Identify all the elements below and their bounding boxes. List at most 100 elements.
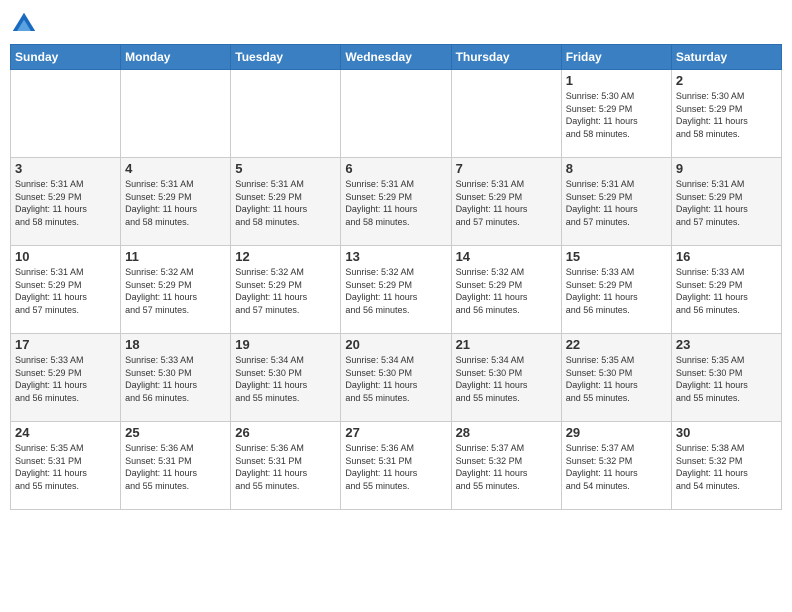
weekday-header-sunday: Sunday xyxy=(11,45,121,70)
weekday-header-thursday: Thursday xyxy=(451,45,561,70)
calendar-cell: 11 Sunrise: 5:32 AM Sunset: 5:29 PM Dayli… xyxy=(121,246,231,334)
header xyxy=(10,10,782,38)
cell-info: Sunrise: 5:37 AM Sunset: 5:32 PM Dayligh… xyxy=(456,442,557,492)
day-number: 27 xyxy=(345,425,446,440)
calendar-cell: 20 Sunrise: 5:34 AM Sunset: 5:30 PM Dayli… xyxy=(341,334,451,422)
day-number: 12 xyxy=(235,249,336,264)
calendar-cell: 1 Sunrise: 5:30 AM Sunset: 5:29 PM Daylig… xyxy=(561,70,671,158)
day-number: 28 xyxy=(456,425,557,440)
calendar-cell: 3Sunrise: 5:31 AM Sunset: 5:29 PM Daylig… xyxy=(11,158,121,246)
day-number: 30 xyxy=(676,425,777,440)
cell-info: Sunrise: 5:33 AM Sunset: 5:30 PM Dayligh… xyxy=(125,354,226,404)
logo xyxy=(10,10,42,38)
calendar-cell: 22 Sunrise: 5:35 AM Sunset: 5:30 PM Dayli… xyxy=(561,334,671,422)
calendar-cell: 24 Sunrise: 5:35 AM Sunset: 5:31 PM Dayli… xyxy=(11,422,121,510)
calendar-cell: 30 Sunrise: 5:38 AM Sunset: 5:32 PM Dayli… xyxy=(671,422,781,510)
calendar-cell: 19 Sunrise: 5:34 AM Sunset: 5:30 PM Dayli… xyxy=(231,334,341,422)
weekday-header-monday: Monday xyxy=(121,45,231,70)
cell-info: Sunrise: 5:31 AM Sunset: 5:29 PM Dayligh… xyxy=(456,178,557,228)
calendar-cell: 18 Sunrise: 5:33 AM Sunset: 5:30 PM Dayli… xyxy=(121,334,231,422)
cell-info: Sunrise: 5:33 AM Sunset: 5:29 PM Dayligh… xyxy=(15,354,116,404)
day-number: 21 xyxy=(456,337,557,352)
cell-info: Sunrise: 5:35 AM Sunset: 5:31 PM Dayligh… xyxy=(15,442,116,492)
cell-info: Sunrise: 5:34 AM Sunset: 5:30 PM Dayligh… xyxy=(235,354,336,404)
day-number: 23 xyxy=(676,337,777,352)
calendar-cell: 15 Sunrise: 5:33 AM Sunset: 5:29 PM Dayli… xyxy=(561,246,671,334)
cell-info: Sunrise: 5:31 AM Sunset: 5:29 PM Dayligh… xyxy=(125,178,226,228)
calendar-cell: 14 Sunrise: 5:32 AM Sunset: 5:29 PM Dayli… xyxy=(451,246,561,334)
cell-info: Sunrise: 5:33 AM Sunset: 5:29 PM Dayligh… xyxy=(676,266,777,316)
cell-info: Sunrise: 5:38 AM Sunset: 5:32 PM Dayligh… xyxy=(676,442,777,492)
cell-info: Sunrise: 5:30 AM Sunset: 5:29 PM Dayligh… xyxy=(676,90,777,140)
day-number: 2 xyxy=(676,73,777,88)
calendar-cell: 6 Sunrise: 5:31 AM Sunset: 5:29 PM Daylig… xyxy=(341,158,451,246)
day-number: 10 xyxy=(15,249,116,264)
calendar-cell: 23 Sunrise: 5:35 AM Sunset: 5:30 PM Dayli… xyxy=(671,334,781,422)
calendar-cell: 27 Sunrise: 5:36 AM Sunset: 5:31 PM Dayli… xyxy=(341,422,451,510)
calendar-cell xyxy=(121,70,231,158)
day-number: 11 xyxy=(125,249,226,264)
cell-info: Sunrise: 5:32 AM Sunset: 5:29 PM Dayligh… xyxy=(125,266,226,316)
calendar-cell: 8 Sunrise: 5:31 AM Sunset: 5:29 PM Daylig… xyxy=(561,158,671,246)
cell-info: Sunrise: 5:31 AM Sunset: 5:29 PM Dayligh… xyxy=(15,266,116,316)
cell-info: Sunrise: 5:35 AM Sunset: 5:30 PM Dayligh… xyxy=(676,354,777,404)
day-number: 13 xyxy=(345,249,446,264)
calendar-cell: 26 Sunrise: 5:36 AM Sunset: 5:31 PM Dayli… xyxy=(231,422,341,510)
weekday-header-saturday: Saturday xyxy=(671,45,781,70)
day-number: 22 xyxy=(566,337,667,352)
cell-info: Sunrise: 5:34 AM Sunset: 5:30 PM Dayligh… xyxy=(345,354,446,404)
calendar-cell: 13 Sunrise: 5:32 AM Sunset: 5:29 PM Dayli… xyxy=(341,246,451,334)
calendar-cell: 25 Sunrise: 5:36 AM Sunset: 5:31 PM Dayli… xyxy=(121,422,231,510)
day-number: 20 xyxy=(345,337,446,352)
cell-info: Sunrise: 5:32 AM Sunset: 5:29 PM Dayligh… xyxy=(345,266,446,316)
day-number: 16 xyxy=(676,249,777,264)
weekday-header-wednesday: Wednesday xyxy=(341,45,451,70)
day-number: 26 xyxy=(235,425,336,440)
day-number: 24 xyxy=(15,425,116,440)
cell-info: Sunrise: 5:33 AM Sunset: 5:29 PM Dayligh… xyxy=(566,266,667,316)
cell-info: Sunrise: 5:36 AM Sunset: 5:31 PM Dayligh… xyxy=(235,442,336,492)
calendar-cell: 10 Sunrise: 5:31 AM Sunset: 5:29 PM Dayli… xyxy=(11,246,121,334)
day-number: 4 xyxy=(125,161,226,176)
calendar-cell: 21 Sunrise: 5:34 AM Sunset: 5:30 PM Dayli… xyxy=(451,334,561,422)
calendar-cell: 2 Sunrise: 5:30 AM Sunset: 5:29 PM Daylig… xyxy=(671,70,781,158)
calendar-cell: 28 Sunrise: 5:37 AM Sunset: 5:32 PM Dayli… xyxy=(451,422,561,510)
day-number: 15 xyxy=(566,249,667,264)
day-number: 19 xyxy=(235,337,336,352)
cell-info: Sunrise: 5:36 AM Sunset: 5:31 PM Dayligh… xyxy=(345,442,446,492)
cell-info: Sunrise: 5:31 AM Sunset: 5:29 PM Dayligh… xyxy=(345,178,446,228)
calendar-cell: 7 Sunrise: 5:31 AM Sunset: 5:29 PM Daylig… xyxy=(451,158,561,246)
day-number: 25 xyxy=(125,425,226,440)
calendar-cell: 4 Sunrise: 5:31 AM Sunset: 5:29 PM Daylig… xyxy=(121,158,231,246)
calendar-cell: 9Sunrise: 5:31 AM Sunset: 5:29 PM Daylig… xyxy=(671,158,781,246)
logo-icon xyxy=(10,10,38,38)
day-number: 8 xyxy=(566,161,667,176)
page: SundayMondayTuesdayWednesdayThursdayFrid… xyxy=(0,0,792,612)
cell-info: Sunrise: 5:31 AM Sunset: 5:29 PM Dayligh… xyxy=(235,178,336,228)
cell-info: Sunrise: 5:35 AM Sunset: 5:30 PM Dayligh… xyxy=(566,354,667,404)
cell-info: Sunrise: 5:36 AM Sunset: 5:31 PM Dayligh… xyxy=(125,442,226,492)
day-number: 1 xyxy=(566,73,667,88)
day-number: 7 xyxy=(456,161,557,176)
cell-info: Sunrise: 5:32 AM Sunset: 5:29 PM Dayligh… xyxy=(235,266,336,316)
day-number: 3 xyxy=(15,161,116,176)
day-number: 29 xyxy=(566,425,667,440)
calendar-cell xyxy=(341,70,451,158)
day-number: 6 xyxy=(345,161,446,176)
day-number: 9 xyxy=(676,161,777,176)
calendar-cell xyxy=(451,70,561,158)
cell-info: Sunrise: 5:34 AM Sunset: 5:30 PM Dayligh… xyxy=(456,354,557,404)
weekday-header-tuesday: Tuesday xyxy=(231,45,341,70)
calendar-cell xyxy=(11,70,121,158)
day-number: 18 xyxy=(125,337,226,352)
calendar-cell: 12 Sunrise: 5:32 AM Sunset: 5:29 PM Dayli… xyxy=(231,246,341,334)
cell-info: Sunrise: 5:30 AM Sunset: 5:29 PM Dayligh… xyxy=(566,90,667,140)
calendar-cell xyxy=(231,70,341,158)
cell-info: Sunrise: 5:32 AM Sunset: 5:29 PM Dayligh… xyxy=(456,266,557,316)
cell-info: Sunrise: 5:37 AM Sunset: 5:32 PM Dayligh… xyxy=(566,442,667,492)
weekday-header-friday: Friday xyxy=(561,45,671,70)
calendar-cell: 29 Sunrise: 5:37 AM Sunset: 5:32 PM Dayli… xyxy=(561,422,671,510)
calendar-cell: 17Sunrise: 5:33 AM Sunset: 5:29 PM Dayli… xyxy=(11,334,121,422)
day-number: 14 xyxy=(456,249,557,264)
cell-info: Sunrise: 5:31 AM Sunset: 5:29 PM Dayligh… xyxy=(566,178,667,228)
